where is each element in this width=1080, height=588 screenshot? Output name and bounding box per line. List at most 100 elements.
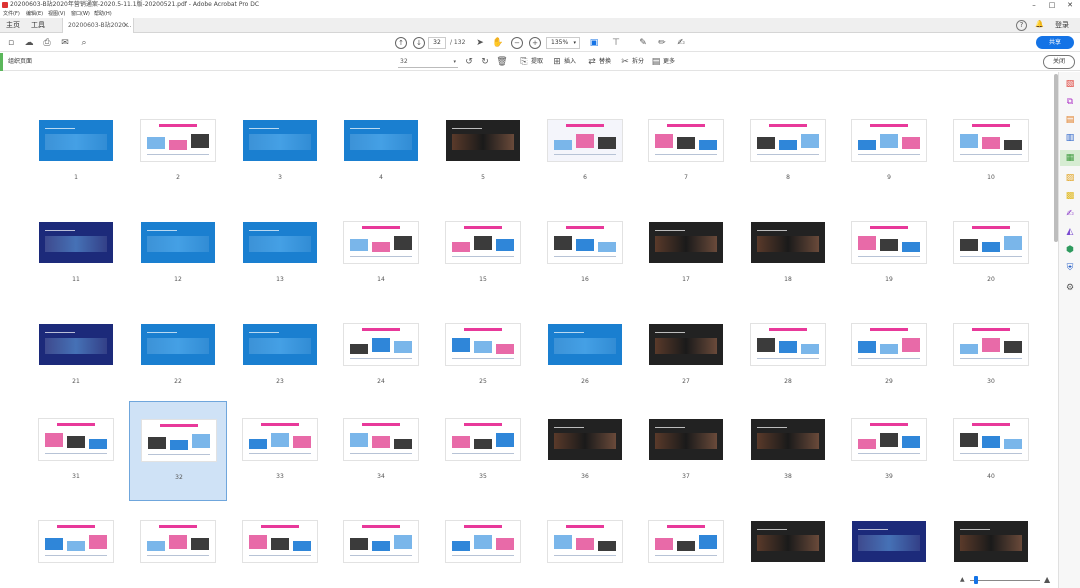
export-pdf-icon[interactable]: ▥ [1064,132,1076,144]
page-thumbnail[interactable]: 16 [536,204,634,304]
thumbnail-zoom-slider[interactable]: ▲ ▲ [958,575,1054,585]
replace-button[interactable]: 替换 [599,56,611,68]
sign-icon[interactable]: ✍ [675,37,687,49]
page-thumbnail[interactable]: 40 [942,401,1040,501]
tab-document[interactable]: 20200603-B站2020... × [62,18,134,33]
rotate-left-icon[interactable]: ↺ [463,56,475,68]
page-thumbnail[interactable]: 27 [637,306,735,406]
page-thumbnail[interactable]: 34 [332,401,430,501]
page-thumbnail[interactable] [536,503,634,588]
page-thumbnail[interactable]: 1 [27,102,125,202]
login-link[interactable]: 登录 [1055,18,1069,33]
page-thumbnail[interactable]: 13 [231,204,329,304]
page-thumbnail[interactable]: 19 [840,204,938,304]
comment-icon[interactable]: ✎ [637,37,649,49]
menu-edit[interactable]: 编辑(E) [26,10,43,18]
page-thumbnail[interactable]: 17 [637,204,735,304]
page-thumbnail[interactable]: 30 [942,306,1040,406]
cloud-upload-icon[interactable]: ☁ [23,37,35,49]
select-cursor-icon[interactable]: ➤ [474,37,486,49]
page-thumbnail[interactable] [739,503,837,588]
extract-button[interactable]: 提取 [531,56,543,68]
menu-file[interactable]: 文件(F) [3,10,20,18]
page-thumbnail[interactable]: 8 [739,102,837,202]
create-pdf-icon[interactable]: ▧ [1064,78,1076,90]
page-thumbnail[interactable]: 24 [332,306,430,406]
page-thumbnail[interactable]: 36 [536,401,634,501]
tab-tools[interactable]: 工具 [31,18,45,33]
page-thumbnail[interactable] [332,503,430,588]
minimize-button[interactable]: – [1026,0,1042,10]
enhance-scan-icon[interactable]: ▨ [1064,172,1076,184]
maximize-button[interactable]: □ [1044,0,1060,10]
page-thumbnail[interactable]: 3 [231,102,329,202]
measure-icon[interactable]: ◭ [1064,226,1076,238]
save-icon[interactable]: ▫ [5,37,17,49]
delete-icon[interactable]: 🗑 [496,56,508,68]
more-icon[interactable]: ▤ [650,56,662,68]
insert-button[interactable]: 插入 [564,56,576,68]
zoom-in-icon[interactable]: + [529,37,541,49]
page-thumbnail[interactable] [231,503,329,588]
page-thumbnail[interactable]: 21 [27,306,125,406]
page-thumbnail[interactable] [129,503,227,588]
page-thumbnail[interactable]: 6 [536,102,634,202]
comment-tool-icon[interactable]: ▩ [1064,190,1076,202]
prev-page-icon[interactable]: ↑ [395,37,407,49]
organize-pages-icon[interactable]: ▦ [1060,150,1080,166]
page-thumbnail[interactable]: 39 [840,401,938,501]
print-icon[interactable]: ⎙ [41,37,53,49]
page-thumbnail[interactable]: 38 [739,401,837,501]
tab-close-icon[interactable]: × [123,18,129,33]
page-thumbnail[interactable] [27,503,125,588]
zoom-select[interactable]: 135% ▾ [546,37,580,49]
highlight-pen-icon[interactable]: ✏ [656,37,668,49]
bell-icon[interactable]: 🔔 [1034,20,1045,31]
more-button[interactable]: 更多 [663,56,675,68]
page-thumbnail[interactable]: 22 [129,306,227,406]
fill-sign-icon[interactable]: ✍ [1064,208,1076,220]
extract-icon[interactable]: ⎘ [518,56,530,68]
page-thumbnail[interactable]: 28 [739,306,837,406]
page-thumbnail[interactable]: 26 [536,306,634,406]
menu-window[interactable]: 窗口(W) [71,10,90,18]
print-production-icon[interactable]: ⬢ [1064,244,1076,256]
replace-icon[interactable]: ⇄ [586,56,598,68]
page-thumbnail[interactable]: 25 [434,306,532,406]
page-thumbnail[interactable]: 33 [231,401,329,501]
page-thumbnail[interactable]: 12 [129,204,227,304]
slider-knob[interactable] [974,576,978,584]
page-thumbnail[interactable]: 20 [942,204,1040,304]
menu-view[interactable]: 视图(V) [48,10,65,18]
combine-files-icon[interactable]: ⧉ [1064,96,1076,108]
edit-pdf-icon[interactable]: ▤ [1064,114,1076,126]
share-button[interactable]: 共享 [1036,36,1074,49]
menu-help[interactable]: 帮助(H) [94,10,112,18]
split-button[interactable]: 拆分 [632,56,644,68]
page-thumbnail[interactable]: 15 [434,204,532,304]
page-thumbnail[interactable]: 4 [332,102,430,202]
page-thumbnail[interactable]: 18 [739,204,837,304]
page-thumbnail[interactable]: 29 [840,306,938,406]
protect-icon[interactable]: ⛨ [1064,262,1076,274]
insert-icon[interactable]: ⊞ [551,56,563,68]
mountain-small-icon[interactable]: ▲ [960,575,965,585]
page-thumbnail[interactable]: 14 [332,204,430,304]
page-thumbnail[interactable]: 23 [231,306,329,406]
email-icon[interactable]: ✉ [59,37,71,49]
page-thumbnail[interactable]: 2 [129,102,227,202]
page-thumbnail[interactable] [434,503,532,588]
page-display-icon[interactable]: ▣ [588,37,600,49]
close-window-button[interactable]: ✕ [1062,0,1078,10]
page-thumbnail[interactable] [637,503,735,588]
page-range-select[interactable]: 32 ▾ [398,56,458,68]
page-number-input[interactable]: 32 [428,37,446,49]
next-page-icon[interactable]: ↓ [413,37,425,49]
page-thumbnail[interactable] [840,503,938,588]
split-icon[interactable]: ✂ [619,56,631,68]
more-tools-icon[interactable]: ⚙ [1064,282,1076,294]
tab-home[interactable]: 主页 [6,18,20,33]
page-thumbnail[interactable]: 31 [27,401,125,501]
rotate-right-icon[interactable]: ↻ [479,56,491,68]
zoom-out-icon[interactable]: − [511,37,523,49]
